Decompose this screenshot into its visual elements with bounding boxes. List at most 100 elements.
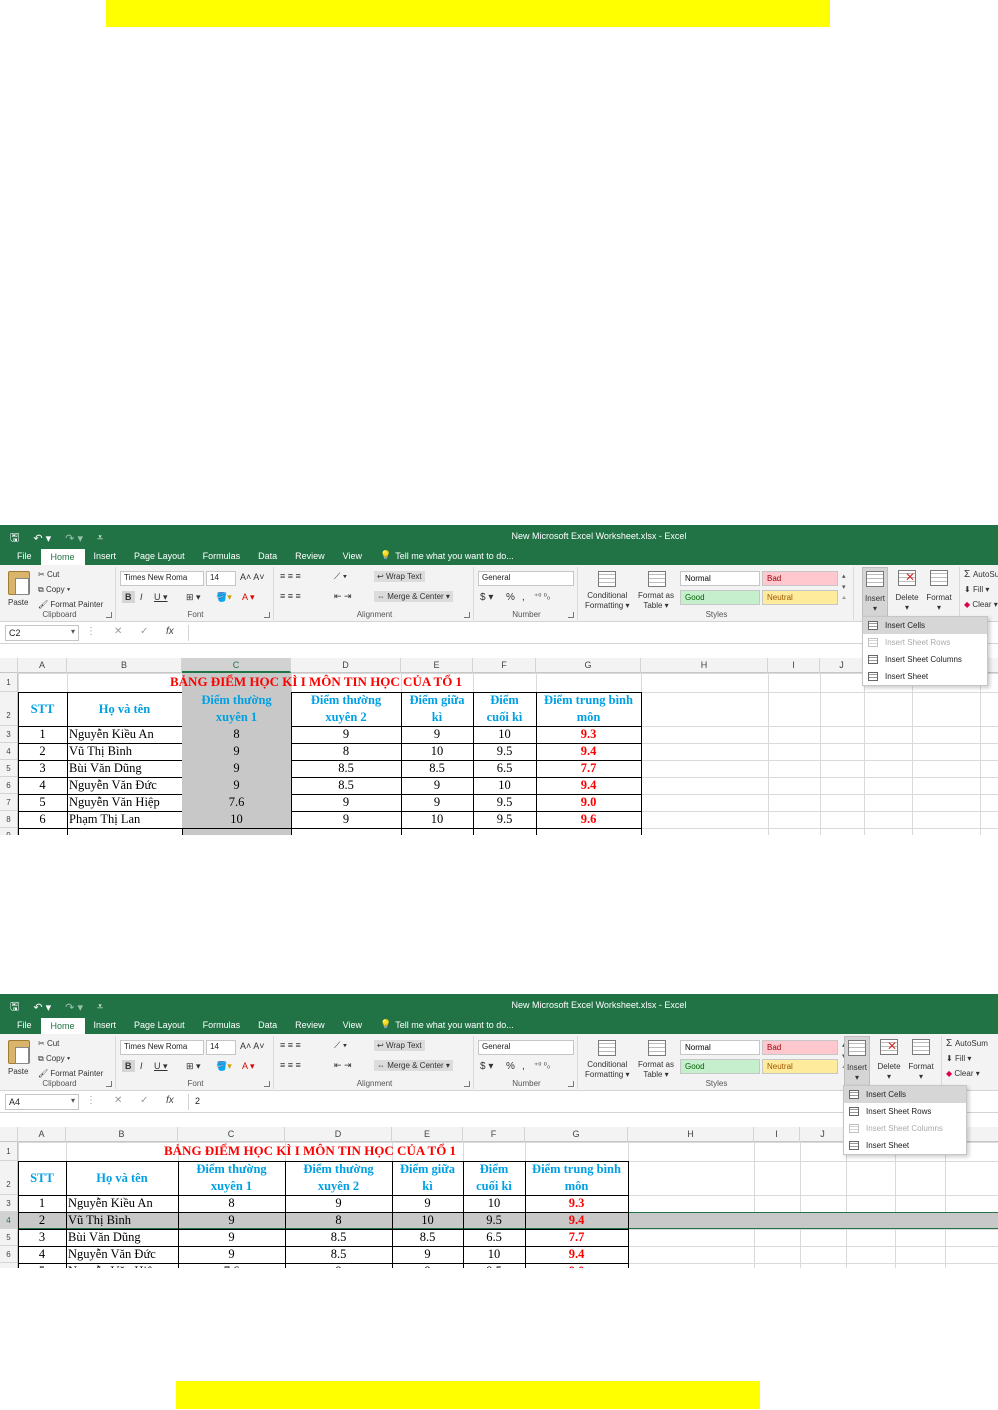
alignment-launcher-icon[interactable] xyxy=(464,1081,470,1087)
cell-gk[interactable]: 9 xyxy=(401,777,473,794)
number-launcher-icon[interactable] xyxy=(568,612,574,618)
horizontal-align-icons[interactable]: ≡ ≡ ≡ xyxy=(280,1060,301,1070)
header-tx1[interactable]: Điểm thường xuyên 1 xyxy=(182,692,291,726)
cell-name[interactable]: Nguyễn Văn Đức xyxy=(66,1246,178,1263)
column-header-e[interactable]: E xyxy=(392,1127,463,1142)
tab-formulas[interactable]: Formulas xyxy=(194,551,250,565)
format-painter-button[interactable]: 🖌 Format Painter xyxy=(38,1069,103,1078)
style-bad[interactable]: Bad xyxy=(762,1040,838,1055)
tab-formulas[interactable]: Formulas xyxy=(194,1020,250,1034)
cell-tx2[interactable]: 8.5 xyxy=(285,1246,392,1263)
row-header-5[interactable]: 5 xyxy=(0,760,18,777)
cell-tx2[interactable]: 9 xyxy=(291,794,401,811)
column-header-f[interactable]: F xyxy=(463,1127,525,1142)
cell-name[interactable]: Nguyễn Kiều An xyxy=(66,1195,178,1212)
clear-button[interactable]: ◆ Clear ▾ xyxy=(964,600,998,609)
table-title[interactable]: BẢNG ĐIỂM HỌC KÌ I MÔN TIN HỌC CỦA TỔ 1 xyxy=(164,1143,456,1159)
name-box[interactable]: C2 xyxy=(5,625,79,641)
font-grow-shrink-icon[interactable]: A˄ A˅ xyxy=(240,1041,265,1051)
column-header-c[interactable]: C xyxy=(178,1127,285,1142)
cell-tx1[interactable]: 9 xyxy=(182,760,291,777)
column-header-e[interactable]: E xyxy=(401,658,473,673)
font-color-icon[interactable]: A ▾ xyxy=(242,1061,255,1072)
decimal-icons[interactable]: ⁺⁰ ⁰₀ xyxy=(534,592,550,601)
merge-center-button[interactable]: ⇔ Merge & Center ▾ xyxy=(374,591,453,602)
cell-stt[interactable]: 3 xyxy=(18,1229,66,1246)
paste-button[interactable]: Paste xyxy=(8,598,28,607)
header-stt[interactable]: STT xyxy=(18,692,67,726)
row-header-4[interactable]: 4 xyxy=(0,743,18,760)
cell-gk[interactable]: 9 xyxy=(401,794,473,811)
cell-gk[interactable]: 10 xyxy=(392,1212,463,1229)
header-stt[interactable]: STT xyxy=(18,1161,66,1195)
cell-tx2[interactable]: 8.5 xyxy=(291,777,401,794)
autosum-button[interactable]: Σ AutoSum xyxy=(946,1038,988,1049)
column-header-h[interactable]: H xyxy=(628,1127,754,1142)
tab-view[interactable]: View xyxy=(334,551,371,565)
orientation-icon[interactable]: ⟋ ▾ xyxy=(334,1040,347,1051)
column-header-d[interactable]: D xyxy=(291,658,401,673)
tab-insert[interactable]: Insert xyxy=(85,1020,126,1034)
cell-tb[interactable]: 9.0 xyxy=(525,1263,628,1268)
clipboard-launcher-icon[interactable] xyxy=(106,1081,112,1087)
menu-item-insert-sheet-columns[interactable]: Insert Sheet Columns xyxy=(844,1120,966,1137)
alignment-launcher-icon[interactable] xyxy=(464,612,470,618)
tell-me-box[interactable]: 💡 Tell me what you want to do... xyxy=(371,1019,523,1034)
tab-view[interactable]: View xyxy=(334,1020,371,1034)
bold-button[interactable]: B xyxy=(122,1060,135,1072)
cell-ck[interactable]: 10 xyxy=(473,726,536,743)
menu-item-insert-sheet-rows[interactable]: Insert Sheet Rows xyxy=(844,1103,966,1120)
currency-button[interactable]: $ ▾ xyxy=(480,1061,493,1072)
tab-home[interactable]: Home xyxy=(40,1018,85,1034)
font-launcher-icon[interactable] xyxy=(264,612,270,618)
column-header-i[interactable]: I xyxy=(768,658,820,673)
menu-item-insert-cells[interactable]: Insert Cells xyxy=(863,617,987,634)
font-size-dropdown[interactable]: 14 xyxy=(206,571,236,586)
cell-gk[interactable]: 9 xyxy=(392,1195,463,1212)
menu-item-insert-cells[interactable]: Insert Cells xyxy=(844,1086,966,1103)
cell-tx1[interactable]: 9 xyxy=(178,1246,285,1263)
cell-tx1[interactable]: 7.6 xyxy=(182,794,291,811)
cell-name[interactable]: Nguyễn Văn Đức xyxy=(67,777,182,794)
enter-icon[interactable]: ✓ xyxy=(140,626,148,637)
percent-button[interactable]: % xyxy=(506,1061,515,1072)
paste-icon[interactable] xyxy=(8,571,30,595)
cell-ck[interactable]: 9.5 xyxy=(473,794,536,811)
header-ck[interactable]: Điểm cuối kì xyxy=(473,692,536,726)
column-header-g[interactable]: G xyxy=(536,658,641,673)
cancel-icon[interactable]: ✕ xyxy=(114,626,122,637)
cell-name[interactable]: Vũ Thị Bình xyxy=(67,743,182,760)
font-grow-shrink-icon[interactable]: A˄ A˅ xyxy=(240,572,265,582)
cell-tx2[interactable]: 9 xyxy=(291,726,401,743)
column-header-h[interactable]: H xyxy=(641,658,768,673)
bold-button[interactable]: B xyxy=(122,591,135,603)
italic-button[interactable]: I xyxy=(140,1061,143,1071)
cell-ck[interactable]: 9.5 xyxy=(473,743,536,760)
cell-stt[interactable]: 4 xyxy=(18,1246,66,1263)
column-header-g[interactable]: G xyxy=(525,1127,628,1142)
cell-tx1[interactable]: 9 xyxy=(182,743,291,760)
style-neutral[interactable]: Neutral xyxy=(762,590,838,605)
row-header-4[interactable]: 4 xyxy=(0,1212,18,1229)
tab-file[interactable]: File xyxy=(8,1020,41,1034)
cell-gk[interactable]: 8.5 xyxy=(392,1229,463,1246)
format-button[interactable]: Format ▾ xyxy=(906,1036,936,1088)
cut-button[interactable]: ✂ Cut xyxy=(38,570,59,579)
cell-gk[interactable]: 9 xyxy=(401,726,473,743)
cell-tx2[interactable]: 9 xyxy=(285,1195,392,1212)
format-button[interactable]: Format ▾ xyxy=(924,567,954,619)
cell-name[interactable]: Phạm Thị Lan xyxy=(67,811,182,828)
underline-button[interactable]: U ▾ xyxy=(154,1061,168,1072)
vertical-align-icons[interactable]: ≡ ≡ ≡ xyxy=(280,1040,301,1050)
format-as-table-button[interactable]: Format as Table ▾ xyxy=(638,1060,674,1080)
tab-file[interactable]: File xyxy=(8,551,41,565)
row-header-2[interactable]: 2 xyxy=(0,692,18,726)
style-normal[interactable]: Normal xyxy=(680,1040,760,1055)
column-header-a[interactable]: A xyxy=(18,1127,66,1142)
menu-item-insert-sheet[interactable]: Insert Sheet xyxy=(844,1137,966,1154)
number-launcher-icon[interactable] xyxy=(568,1081,574,1087)
cell-name[interactable]: Nguyễn Kiều An xyxy=(67,726,182,743)
conditional-formatting-button[interactable]: Conditional Formatting ▾ xyxy=(585,1060,629,1080)
fill-color-icon[interactable]: 🪣▾ xyxy=(216,592,232,603)
cell-tx1[interactable]: 8 xyxy=(182,726,291,743)
